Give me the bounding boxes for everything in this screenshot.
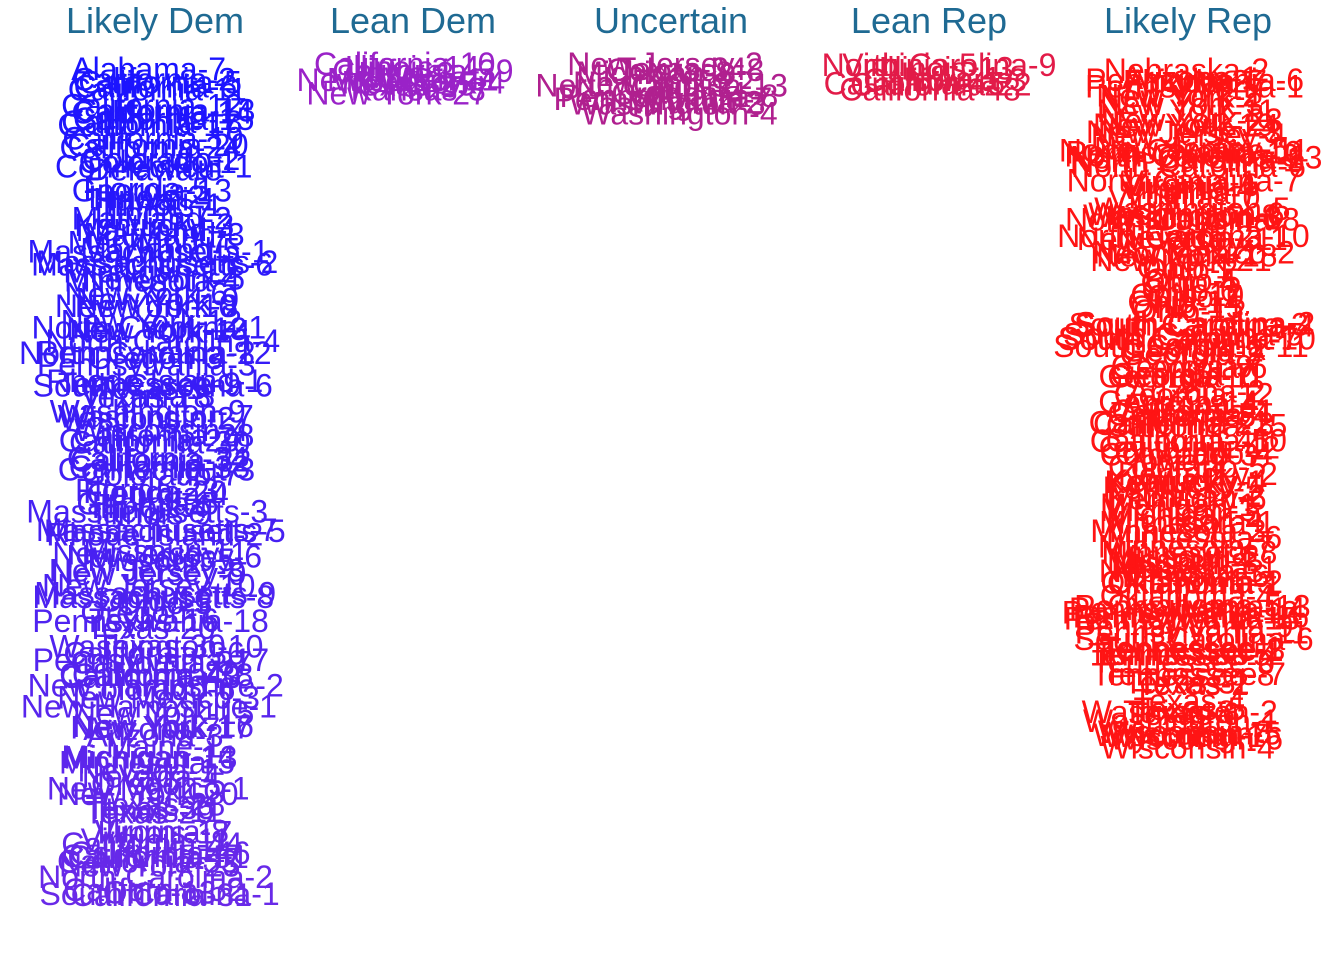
district-label: California-48	[839, 71, 1020, 107]
column-header-likely-dem: Likely Dem	[66, 0, 244, 41]
district-label: New York-27	[306, 76, 487, 112]
column-header-lean-dem: Lean Dem	[330, 0, 496, 41]
district-label: Wisconsin-4	[1101, 730, 1275, 766]
district-label: California-31	[71, 877, 252, 913]
column-header-lean-rep: Lean Rep	[851, 0, 1007, 41]
column-header-likely-rep: Likely Rep	[1104, 0, 1272, 41]
district-label: Washington-4	[581, 96, 777, 132]
chart: Likely Dem Lean Dem Uncertain Lean Rep Likel…	[19, 0, 1322, 913]
column-header-uncertain: Uncertain	[594, 0, 748, 41]
